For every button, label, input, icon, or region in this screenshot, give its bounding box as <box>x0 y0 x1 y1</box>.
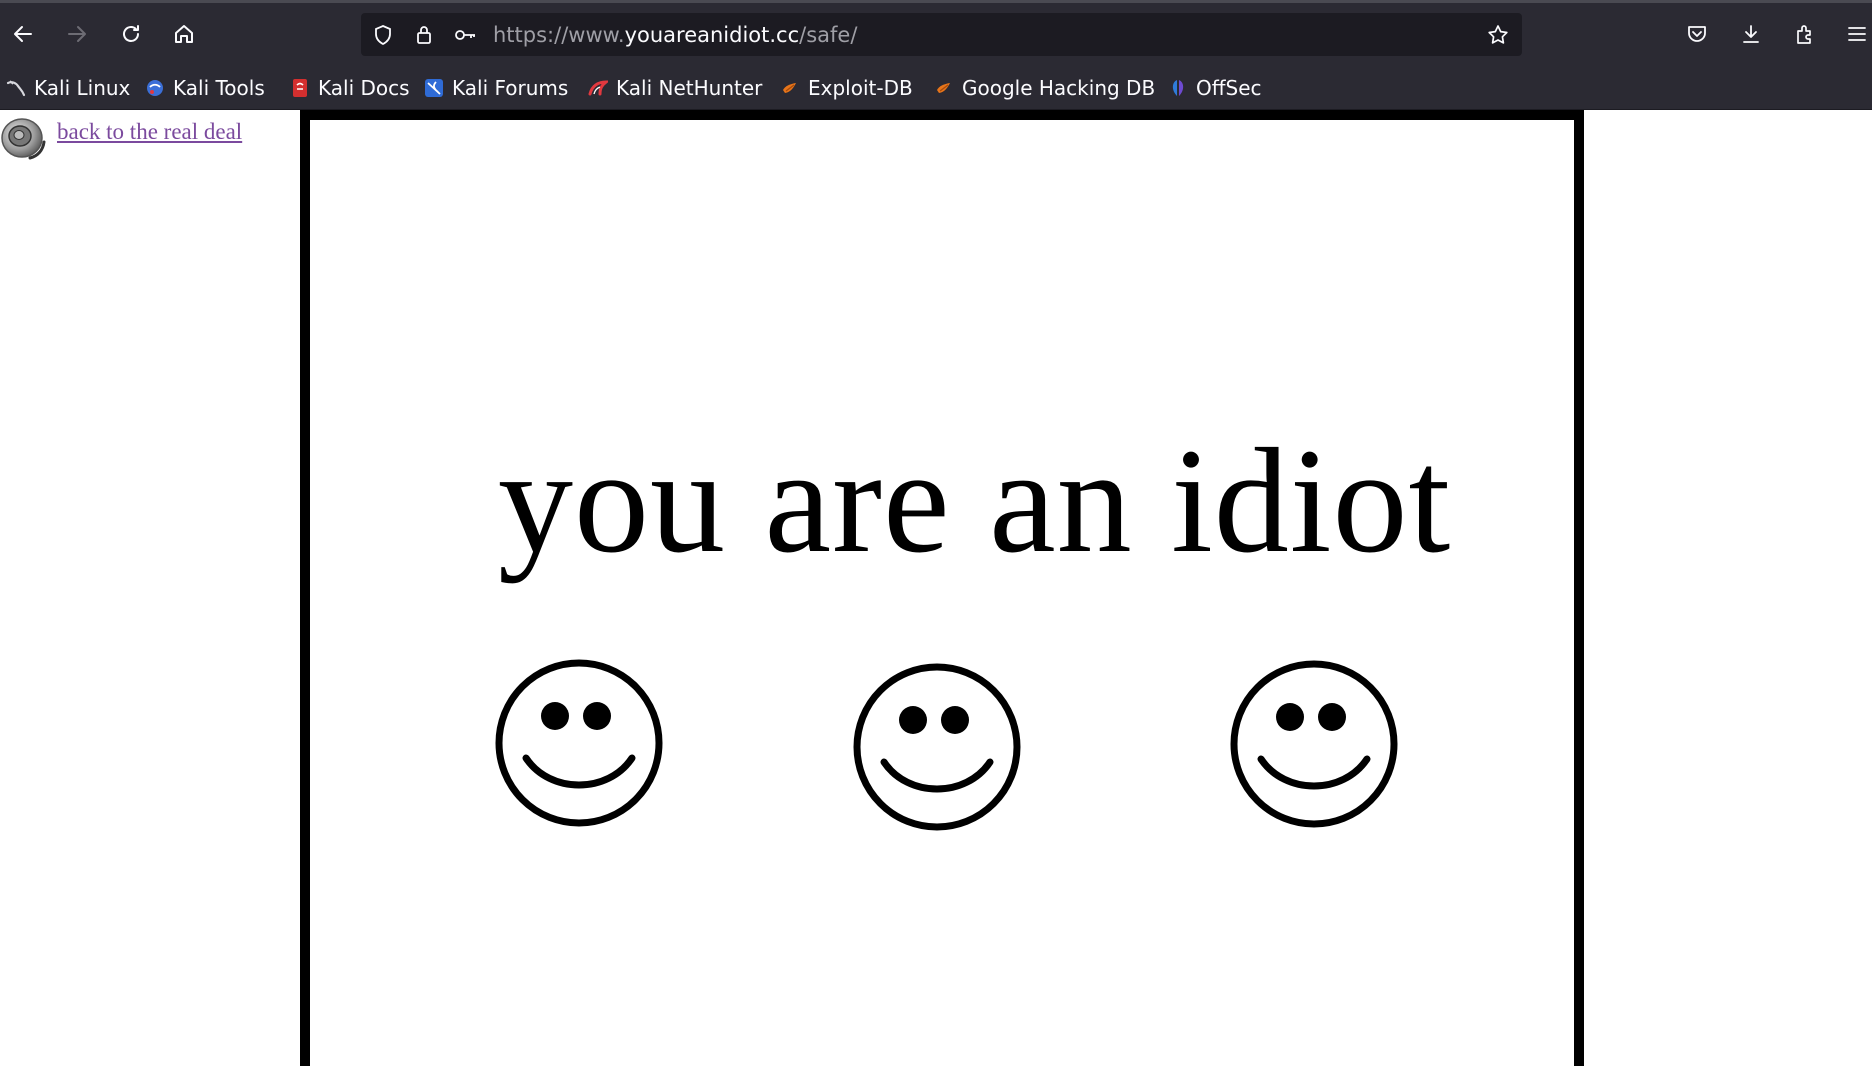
back-to-real-deal-link[interactable]: back to the real deal <box>57 119 242 145</box>
bookmark-kali-nethunter[interactable]: Kali NetHunter <box>588 72 762 104</box>
smiley-face-icon <box>1230 660 1398 828</box>
bookmark-offsec[interactable]: OffSec <box>1168 72 1262 104</box>
puzzle-icon <box>1797 25 1811 44</box>
home-button[interactable] <box>167 17 201 51</box>
download-icon <box>1743 25 1759 43</box>
offsec-icon <box>1172 80 1184 96</box>
back-button[interactable] <box>6 17 40 51</box>
pocket-button[interactable] <box>1680 17 1714 51</box>
navigation-toolbar: https://www.youareanidiot.cc/safe/ <box>0 0 1872 66</box>
bookmark-label: Kali Linux <box>34 76 131 100</box>
arrow-left-icon <box>14 26 32 42</box>
extensions-button[interactable] <box>1788 17 1822 51</box>
star-bookmark-icon[interactable] <box>1486 23 1510 47</box>
smiley-face-icon <box>495 659 663 827</box>
bookmark-kali-docs[interactable]: Kali Docs <box>290 72 410 104</box>
reload-icon <box>123 25 139 42</box>
hamburger-menu-icon <box>1848 27 1866 41</box>
kali-forums-icon <box>425 79 443 97</box>
bookmark-label: Kali NetHunter <box>616 76 763 100</box>
idiot-frame: you are an idiot <box>300 110 1584 1066</box>
bookmark-label: Exploit-DB <box>808 76 913 100</box>
bookmark-label: Google Hacking DB <box>962 76 1156 100</box>
bookmark-label: OffSec <box>1196 76 1262 100</box>
downloads-button[interactable] <box>1734 17 1768 51</box>
headline: you are an idiot <box>498 418 1452 584</box>
address-bar[interactable]: https://www.youareanidiot.cc/safe/ <box>361 13 1522 56</box>
bookmark-label: Kali Forums <box>452 76 569 100</box>
kali-tools-icon <box>147 80 163 96</box>
key-icon[interactable] <box>453 23 477 47</box>
bookmark-label: Kali Docs <box>318 76 410 100</box>
kali-docs-icon <box>293 79 307 97</box>
reload-button[interactable] <box>114 17 148 51</box>
bookmark-label: Kali Tools <box>173 76 265 100</box>
bookmarks-toolbar: Kali Linux Kali Tools Kali Docs Kali For… <box>0 66 1872 110</box>
home-icon <box>175 25 193 43</box>
exploit-db-icon <box>783 83 796 93</box>
url-text[interactable]: https://www.youareanidiot.cc/safe/ <box>493 23 857 47</box>
pocket-icon <box>1688 26 1706 42</box>
speaker-icon <box>1 118 46 160</box>
bookmark-kali-forums[interactable]: Kali Forums <box>424 72 568 104</box>
bookmark-exploit-db[interactable]: Exploit-DB <box>780 72 913 104</box>
kali-dragon-icon <box>6 80 26 97</box>
menu-button[interactable] <box>1842 17 1872 51</box>
arrow-right-icon <box>68 26 86 42</box>
shield-icon[interactable] <box>371 23 395 47</box>
bookmark-kali-linux[interactable]: Kali Linux <box>6 72 130 104</box>
bookmark-google-hacking-db[interactable]: Google Hacking DB <box>934 72 1155 104</box>
bookmark-kali-tools[interactable]: Kali Tools <box>145 72 265 104</box>
url-path: /safe/ <box>799 23 858 47</box>
url-prefix: https://www. <box>493 23 625 47</box>
lock-icon[interactable] <box>412 23 436 47</box>
kali-nethunter-icon <box>588 80 608 96</box>
url-host: youareanidiot.cc <box>624 23 800 47</box>
smiley-face-icon <box>853 663 1021 831</box>
forward-button[interactable] <box>60 17 94 51</box>
google-hacking-db-icon <box>937 83 950 93</box>
